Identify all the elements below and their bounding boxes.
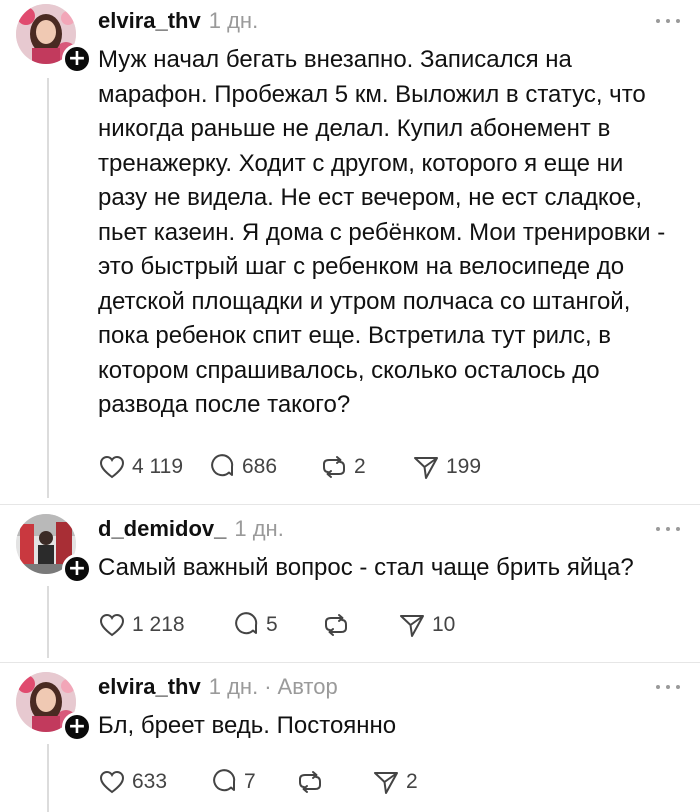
heart-icon bbox=[99, 455, 125, 479]
divider bbox=[0, 662, 700, 663]
thread-line bbox=[47, 78, 49, 498]
comment-icon bbox=[213, 769, 236, 792]
repost-icon bbox=[299, 771, 321, 793]
post-text: Муж начал бегать внезапно. Записался на … bbox=[98, 46, 666, 418]
post-header: elvira_thv 1 дн. bbox=[98, 6, 258, 36]
heart-icon bbox=[99, 770, 125, 794]
author-label: Автор bbox=[277, 674, 338, 699]
comment-icon bbox=[211, 454, 234, 477]
thread-line bbox=[47, 586, 49, 658]
username[interactable]: d_demidov_ bbox=[98, 516, 226, 541]
share-button[interactable]: 2 bbox=[372, 767, 472, 797]
repost-button[interactable] bbox=[322, 610, 398, 640]
comment-count: 7 bbox=[244, 770, 256, 793]
post-actions: 4 119 686 2 199 bbox=[98, 452, 512, 482]
post-text: Самый важный вопрос - стал чаще брить яй… bbox=[98, 554, 634, 581]
username[interactable]: elvira_thv bbox=[98, 8, 201, 33]
share-count: 2 bbox=[406, 770, 418, 793]
more-icon[interactable] bbox=[656, 525, 680, 533]
comment-button[interactable]: 686 bbox=[208, 452, 320, 482]
divider bbox=[0, 504, 700, 505]
share-icon bbox=[400, 615, 424, 637]
timestamp[interactable]: 1 дн. bbox=[209, 8, 258, 33]
like-count: 1 218 bbox=[132, 613, 185, 636]
timestamp[interactable]: 1 дн. bbox=[234, 516, 283, 541]
separator: · bbox=[264, 674, 272, 699]
comment-button[interactable]: 7 bbox=[210, 767, 296, 797]
like-button[interactable]: 4 119 bbox=[98, 452, 208, 482]
like-button[interactable]: 1 218 bbox=[98, 610, 232, 640]
username[interactable]: elvira_thv bbox=[98, 674, 201, 699]
share-button[interactable]: 10 bbox=[398, 610, 498, 640]
post-actions: 1 218 5 10 bbox=[98, 610, 498, 640]
follow-plus-icon[interactable]: + bbox=[62, 712, 92, 742]
like-count: 633 bbox=[132, 770, 168, 793]
avatar-elvira[interactable]: + bbox=[16, 4, 92, 74]
avatar-elvira[interactable]: + bbox=[16, 672, 92, 742]
share-icon bbox=[374, 772, 398, 794]
post-text: Бл, бреет ведь. Постоянно bbox=[98, 712, 397, 739]
share-count: 10 bbox=[432, 613, 456, 636]
more-icon[interactable] bbox=[656, 683, 680, 691]
more-icon[interactable] bbox=[656, 17, 680, 25]
share-count: 199 bbox=[446, 455, 482, 478]
comment-count: 686 bbox=[242, 455, 278, 478]
repost-button[interactable]: 2 bbox=[320, 452, 412, 482]
post-header: elvira_thv 1 дн. · Автор bbox=[98, 672, 338, 702]
comment-button[interactable]: 5 bbox=[232, 610, 322, 640]
timestamp[interactable]: 1 дн. bbox=[209, 674, 258, 699]
follow-plus-icon[interactable]: + bbox=[62, 554, 92, 584]
comment-count: 5 bbox=[266, 613, 278, 636]
repost-icon bbox=[325, 614, 347, 636]
heart-icon bbox=[99, 613, 125, 637]
like-count: 4 119 bbox=[132, 455, 183, 478]
repost-icon bbox=[323, 456, 345, 478]
thread-line bbox=[47, 744, 49, 812]
avatar-demidov[interactable]: + bbox=[16, 514, 92, 584]
repost-count: 2 bbox=[354, 455, 366, 478]
post-header: d_demidov_ 1 дн. bbox=[98, 514, 284, 544]
repost-button[interactable] bbox=[296, 767, 372, 797]
share-button[interactable]: 199 bbox=[412, 452, 512, 482]
like-button[interactable]: 633 bbox=[98, 767, 210, 797]
share-icon bbox=[414, 457, 438, 479]
follow-plus-icon[interactable]: + bbox=[62, 44, 92, 74]
post-actions: 633 7 2 bbox=[98, 767, 472, 797]
comment-icon bbox=[235, 612, 258, 635]
